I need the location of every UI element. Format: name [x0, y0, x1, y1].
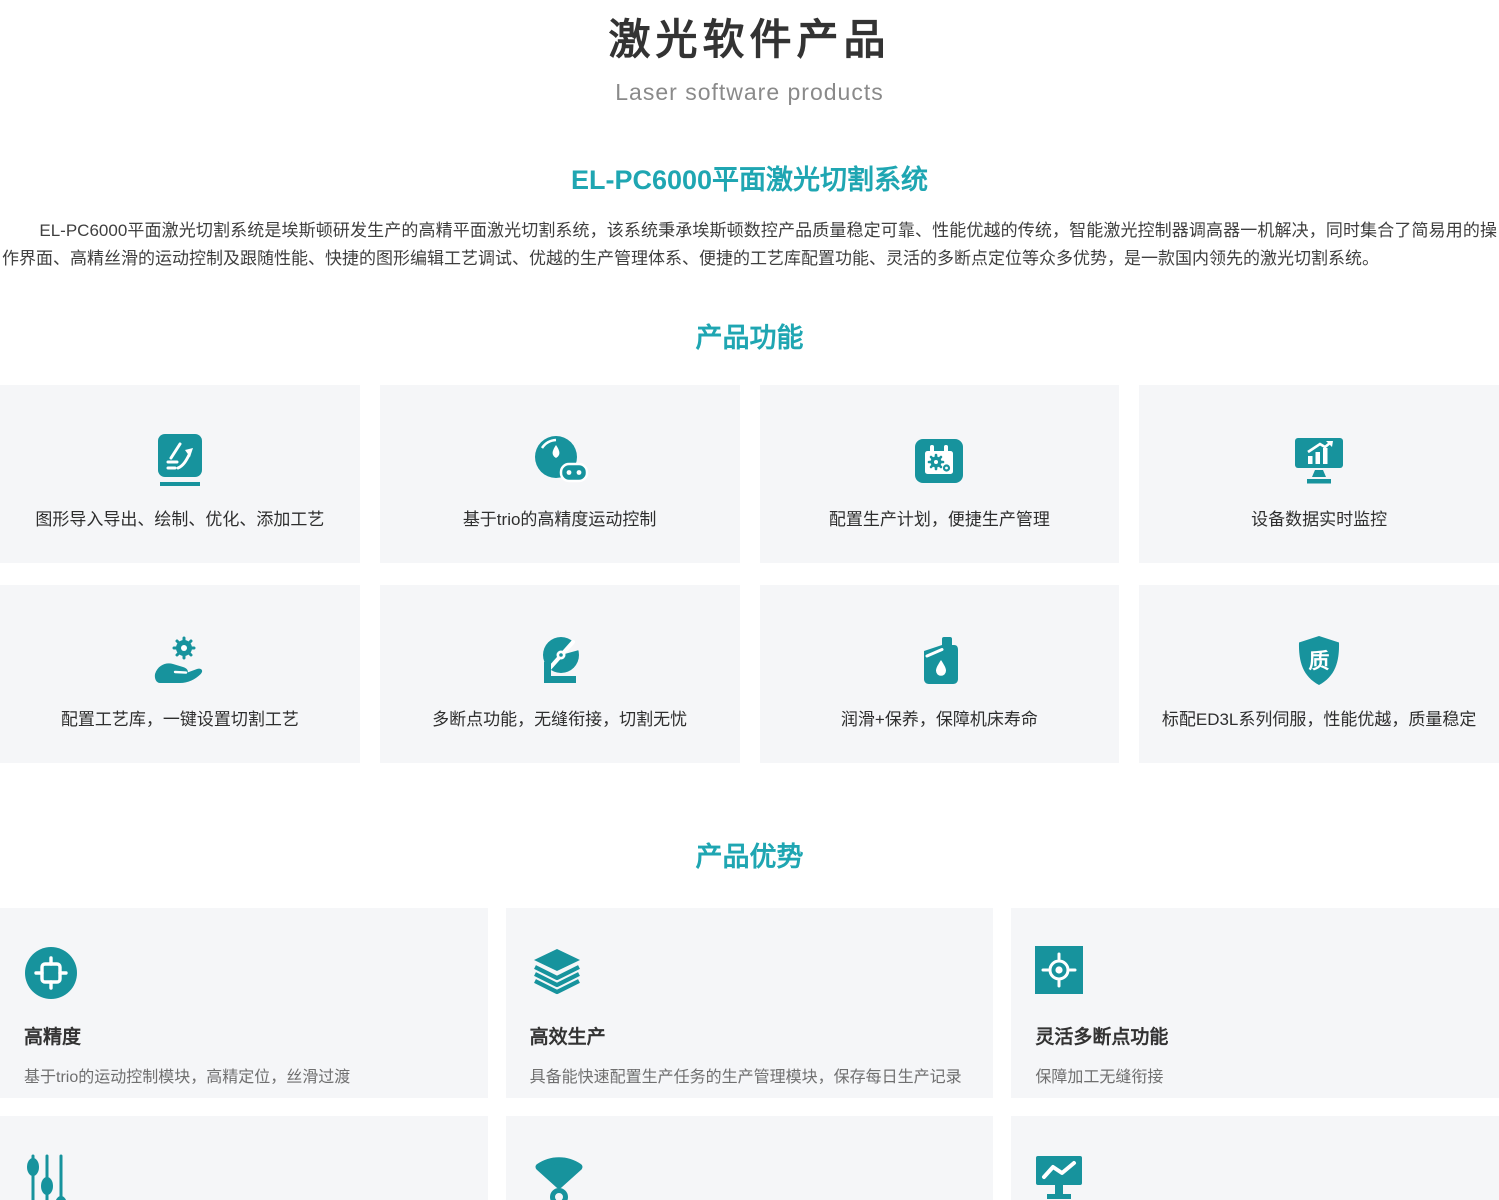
- features-grid: 图形导入导出、绘制、优化、添加工艺 基于trio的高精度运动控制: [0, 385, 1499, 763]
- advantage-card-partial-2: [506, 1116, 994, 1200]
- quality-shield-icon: 质: [1295, 631, 1343, 691]
- feature-label: 设备数据实时监控: [1251, 505, 1387, 530]
- draw-edit-icon: [156, 431, 204, 491]
- features-heading: 产品功能: [0, 316, 1499, 355]
- advantage-card-precision: 高精度 基于trio的运动控制模块，高精定位，丝滑过渡: [0, 908, 488, 1098]
- advantage-card-partial-3: [1011, 1116, 1499, 1200]
- feature-card-data-monitor: 设备数据实时监控: [1139, 385, 1499, 563]
- layers-icon: [530, 946, 970, 1004]
- monitor-bars-icon: [1293, 431, 1345, 491]
- sliders-icon: [24, 1154, 464, 1200]
- shield-glyph: 质: [1309, 650, 1330, 673]
- advantage-title: 高精度: [24, 1022, 464, 1049]
- fan-sensor-icon: [530, 1154, 970, 1200]
- advantage-description: 具备能快速配置生产任务的生产管理模块，保存每日生产记录: [530, 1063, 970, 1087]
- feature-label: 配置工艺库，一键设置切割工艺: [61, 705, 299, 730]
- precision-frame-icon: [24, 946, 464, 1004]
- feature-label: 图形导入导出、绘制、优化、添加工艺: [35, 505, 324, 530]
- feature-card-servo-quality: 质 标配ED3L系列伺服，性能优越，质量稳定: [1139, 585, 1499, 763]
- advantage-card-partial-1: [0, 1116, 488, 1200]
- advantage-card-breakpoint: 灵活多断点功能 保障加工无缝衔接: [1011, 908, 1499, 1098]
- page-subtitle: Laser software products: [0, 79, 1499, 106]
- feature-card-production-plan: 配置生产计划，便捷生产管理: [760, 385, 1120, 563]
- advantage-card-production: 高效生产 具备能快速配置生产任务的生产管理模块，保存每日生产记录: [506, 908, 994, 1098]
- product-description: EL-PC6000平面激光切割系统是埃斯顿研发生产的高精平面激光切割系统，该系统…: [0, 217, 1499, 272]
- feature-label: 基于trio的高精度运动控制: [463, 505, 657, 530]
- feature-card-process-library: 配置工艺库，一键设置切割工艺: [0, 585, 360, 763]
- advantage-description: 保障加工无缝衔接: [1035, 1063, 1475, 1087]
- advantage-description: 基于trio的运动控制模块，高精定位，丝滑过渡: [24, 1063, 464, 1087]
- feature-card-motion-control: 基于trio的高精度运动控制: [380, 385, 740, 563]
- hand-gear-icon: [153, 631, 207, 691]
- breakpoint-blade-icon: [534, 631, 586, 691]
- monitor-line-icon: [1035, 1154, 1475, 1200]
- feature-label: 润滑+保养，保障机床寿命: [841, 705, 1038, 730]
- feature-label: 配置生产计划，便捷生产管理: [829, 505, 1050, 530]
- feature-card-breakpoint: 多断点功能，无缝衔接，切割无忧: [380, 585, 740, 763]
- feature-label: 标配ED3L系列伺服，性能优越，质量稳定: [1162, 705, 1477, 730]
- calendar-gear-icon: [915, 431, 963, 491]
- advantages-grid: 高精度 基于trio的运动控制模块，高精定位，丝滑过渡 高效生产 具备能快速配置…: [0, 908, 1499, 1200]
- advantages-heading: 产品优势: [0, 835, 1499, 874]
- gauge-gamepad-icon: [531, 431, 589, 491]
- feature-card-lubrication: 润滑+保养，保障机床寿命: [760, 585, 1120, 763]
- advantage-title: 高效生产: [530, 1022, 970, 1049]
- advantage-title: 灵活多断点功能: [1035, 1022, 1475, 1049]
- page-title: 激光软件产品: [0, 6, 1499, 67]
- laser-software-page: 激光软件产品 Laser software products EL-PC6000…: [0, 0, 1499, 1200]
- feature-card-graphics: 图形导入导出、绘制、优化、添加工艺: [0, 385, 360, 563]
- product-name: EL-PC6000平面激光切割系统: [0, 158, 1499, 197]
- target-icon: [1035, 946, 1475, 1004]
- oil-can-icon: [916, 631, 962, 691]
- feature-label: 多断点功能，无缝衔接，切割无忧: [432, 705, 687, 730]
